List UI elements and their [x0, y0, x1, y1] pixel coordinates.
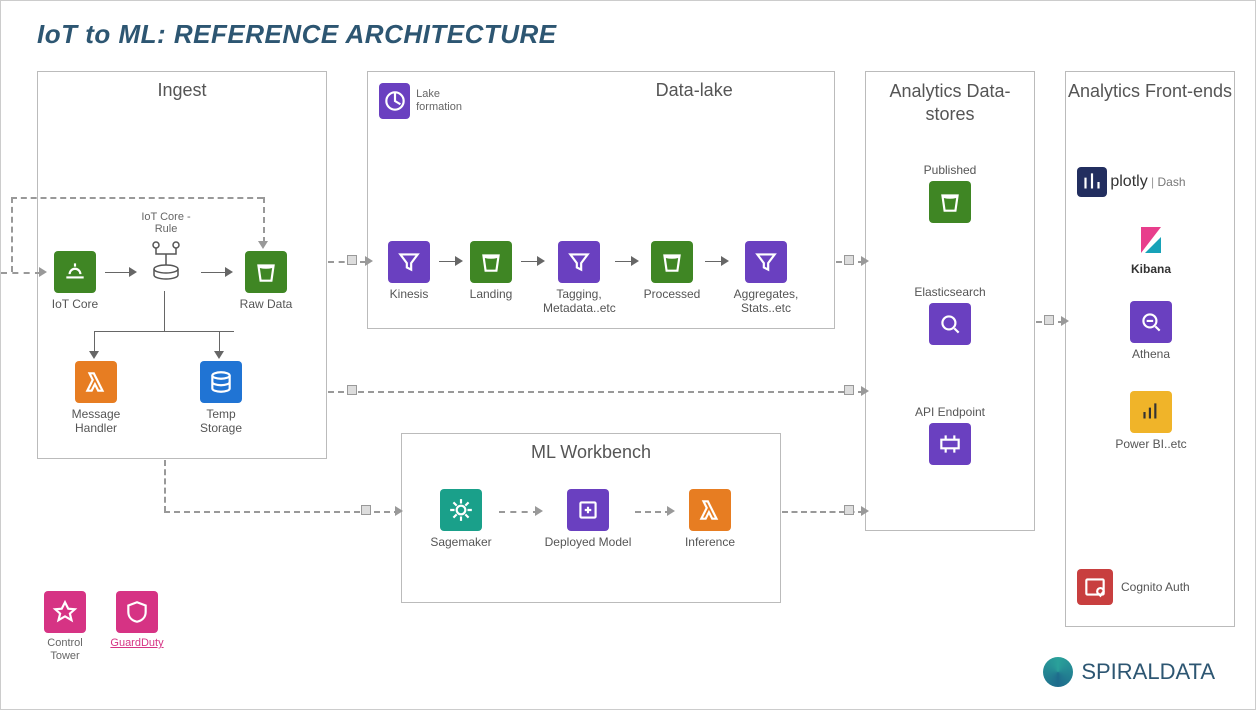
kibana-node: Kibana [1121, 225, 1181, 276]
tagging-node: Tagging, Metadata..etc [543, 241, 615, 316]
ml-title: ML Workbench [402, 434, 780, 471]
arrowhead-icon [1061, 316, 1069, 326]
arrow [499, 511, 539, 513]
temp-storage-node: Temp Storage [186, 361, 256, 436]
arrowhead-icon [861, 256, 869, 266]
arrowhead-icon [667, 506, 675, 516]
guardduty-node: GuardDuty [107, 591, 167, 650]
inference-node: Inference [675, 489, 745, 549]
lambda-icon [689, 489, 731, 531]
aggregates-node: Aggregates, Stats..etc [727, 241, 805, 316]
bucket-icon [651, 241, 693, 283]
arrowhead-icon [861, 386, 869, 396]
connector [11, 197, 263, 199]
elasticsearch-node: Elasticsearch [907, 281, 993, 345]
funnel-icon [558, 241, 600, 283]
api-endpoint-node: API Endpoint [907, 401, 993, 465]
arrow [635, 511, 671, 513]
iot-core-icon [54, 251, 96, 293]
powerbi-icon [1130, 391, 1172, 433]
arrowhead-icon [631, 256, 639, 266]
bucket-icon [470, 241, 512, 283]
brand-logo: SPIRALDATA [1043, 657, 1215, 687]
arrowhead-icon [365, 256, 373, 266]
connector [164, 291, 165, 331]
connector [94, 331, 234, 332]
cognito-node: Cognito Auth [1077, 569, 1227, 605]
kibana-icon [1137, 225, 1165, 255]
control-tower-icon [44, 591, 86, 633]
raw-data-node: Raw Data [231, 251, 301, 311]
bucket-icon [929, 181, 971, 223]
iot-rule-node: IoT Core - Rule [131, 211, 201, 284]
ingest-title: Ingest [38, 72, 326, 109]
sagemaker-icon [440, 489, 482, 531]
powerbi-node: Power BI..etc [1109, 391, 1193, 451]
connector-node [844, 255, 854, 265]
bucket-icon [245, 251, 287, 293]
lake-formation-icon [379, 83, 410, 119]
published-node: Published [915, 159, 985, 223]
lambda-icon [75, 361, 117, 403]
athena-icon [1130, 301, 1172, 343]
message-handler-node: Message Handler [61, 361, 131, 436]
connector-node [347, 255, 357, 265]
arrowhead-icon [214, 351, 224, 359]
arrowhead-icon [535, 506, 543, 516]
arrowhead-icon [395, 506, 403, 516]
arrowhead-icon [721, 256, 729, 266]
connector [164, 460, 166, 512]
funnel-icon [388, 241, 430, 283]
connector-node [844, 505, 854, 515]
arrow [1, 272, 41, 274]
api-gateway-icon [929, 423, 971, 465]
database-icon [200, 361, 242, 403]
arrowhead-icon [258, 241, 268, 249]
elasticsearch-icon [929, 303, 971, 345]
control-tower-node: Control Tower [37, 591, 93, 663]
frontends-title: Analytics Front-ends [1066, 72, 1234, 111]
athena-node: Athena [1121, 301, 1181, 361]
kinesis-node: Kinesis [379, 241, 439, 301]
processed-node: Processed [639, 241, 705, 301]
connector [219, 331, 220, 353]
arrowhead-icon [39, 267, 47, 277]
iot-rule-icon [148, 239, 184, 281]
model-icon [567, 489, 609, 531]
cognito-icon [1077, 569, 1113, 605]
arrowhead-icon [129, 267, 137, 277]
page-title: IoT to ML: REFERENCE ARCHITECTURE [37, 19, 557, 50]
arrowhead-icon [89, 351, 99, 359]
arrowhead-icon [537, 256, 545, 266]
connector [94, 331, 95, 353]
datastores-title: Analytics Data-stores [866, 72, 1034, 135]
iot-core-node: IoT Core [45, 251, 105, 311]
arrowhead-icon [455, 256, 463, 266]
plotly-dash-node: plotly | Dash [1077, 167, 1223, 197]
arrowhead-icon [861, 506, 869, 516]
connector [263, 197, 265, 243]
arrow [328, 391, 864, 393]
sagemaker-node: Sagemaker [425, 489, 497, 549]
arrowhead-icon [225, 267, 233, 277]
lake-formation-node: Lake formation [379, 83, 479, 119]
deployed-model-node: Deployed Model [543, 489, 633, 549]
connector-node [361, 505, 371, 515]
datalake-title: Data-lake [554, 72, 834, 109]
guardduty-icon [116, 591, 158, 633]
connector-node [844, 385, 854, 395]
swirl-icon [1043, 657, 1073, 687]
connector-node [1044, 315, 1054, 325]
funnel-icon [745, 241, 787, 283]
connector [11, 197, 13, 272]
plotly-icon [1077, 167, 1107, 197]
connector-node [347, 385, 357, 395]
landing-node: Landing [461, 241, 521, 301]
